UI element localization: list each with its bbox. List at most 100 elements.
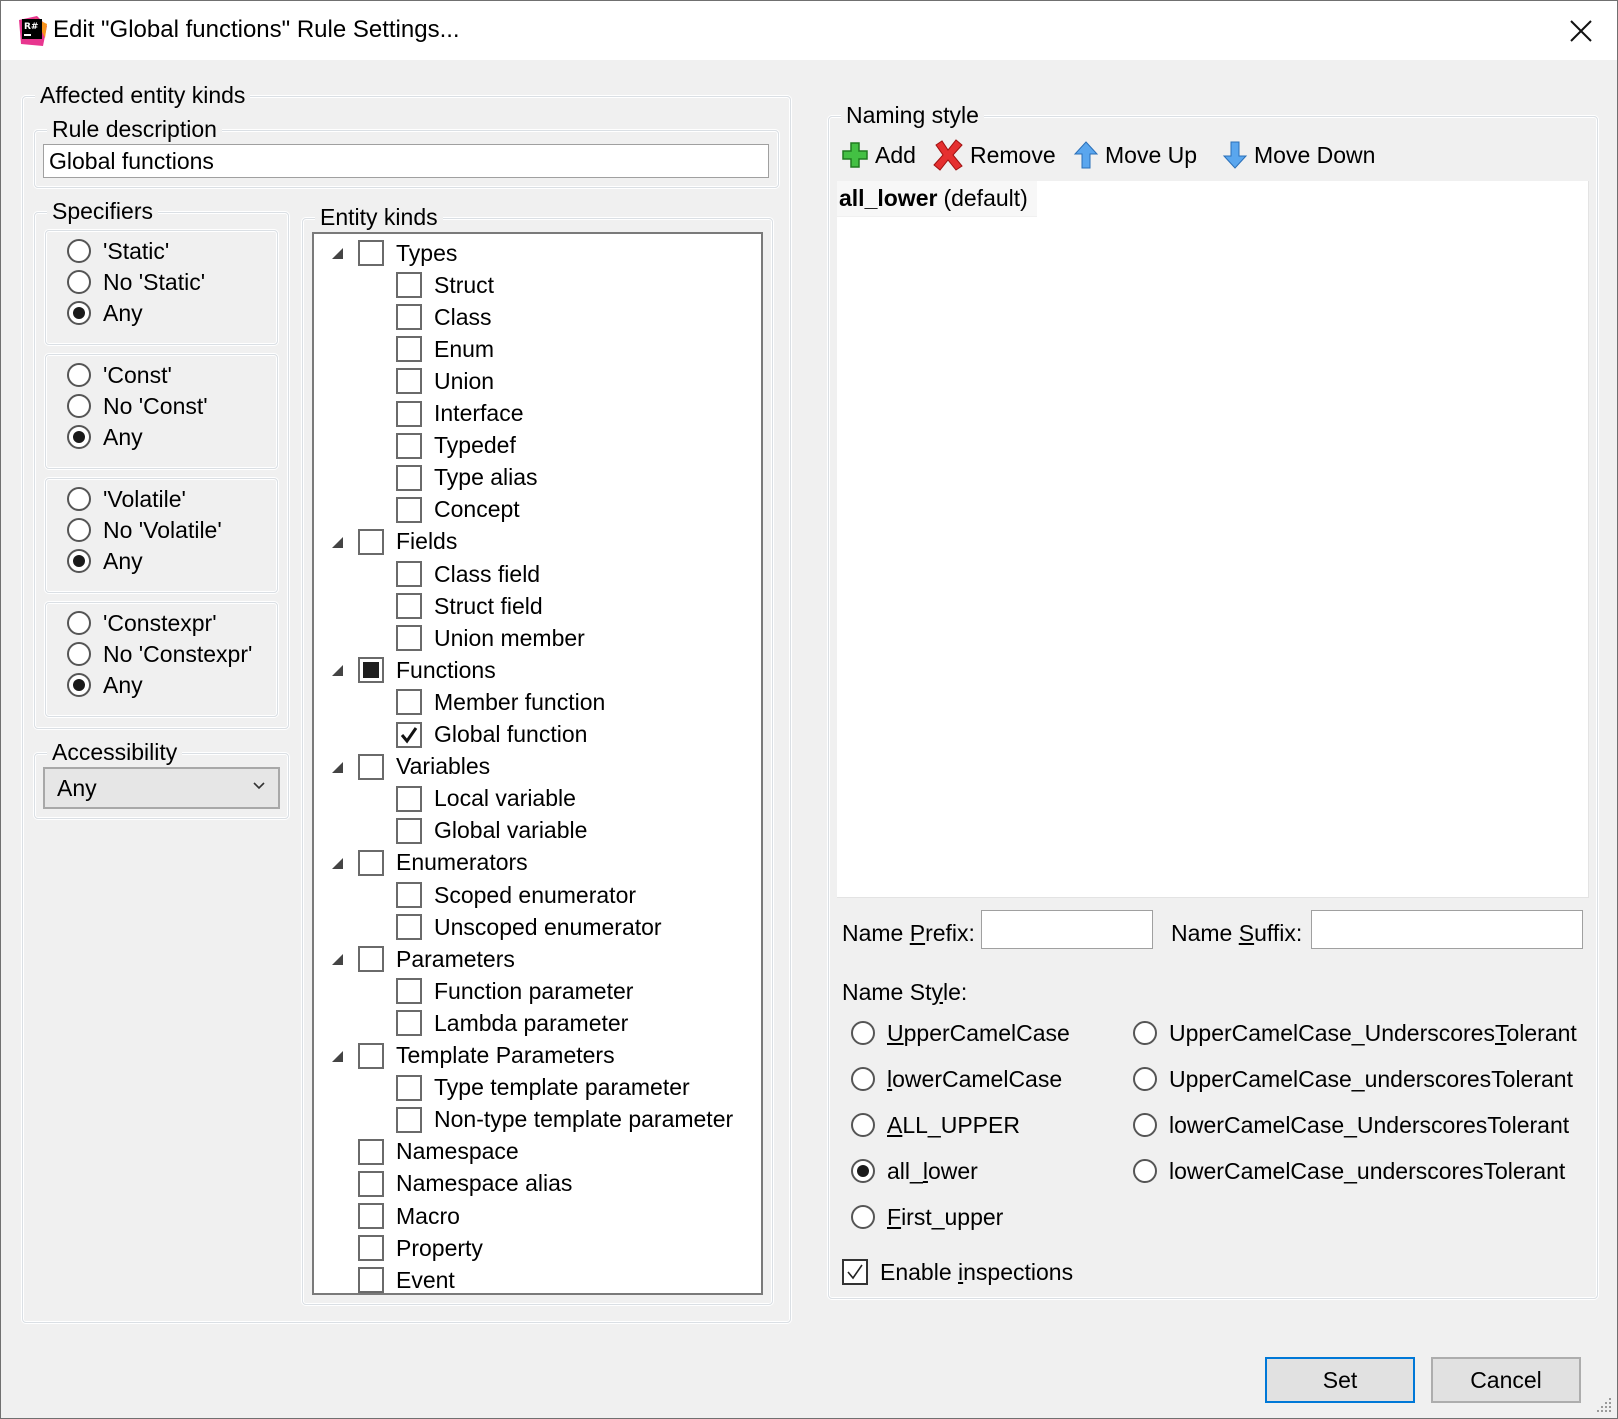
expand-triangle-icon[interactable] — [332, 536, 343, 548]
radio-button[interactable] — [851, 1067, 875, 1091]
close-button[interactable] — [1559, 9, 1603, 53]
expand-triangle-icon[interactable] — [332, 665, 343, 677]
tree-item-checkbox[interactable] — [358, 753, 384, 780]
accessibility-select[interactable]: Any — [43, 767, 280, 809]
radio-button[interactable] — [67, 518, 91, 542]
tree-item-checkbox[interactable] — [358, 657, 384, 684]
tree-item[interactable]: Variables — [358, 752, 490, 782]
tree-item-checkbox[interactable] — [396, 882, 422, 908]
tree-item[interactable]: Union member — [396, 623, 585, 653]
tree-item-checkbox[interactable] — [396, 1106, 422, 1133]
tree-item[interactable]: Concept — [396, 495, 520, 525]
radio-button[interactable] — [67, 642, 91, 666]
add-button[interactable]: Add — [841, 137, 916, 173]
name-style-radio[interactable]: lowerCamelCase — [851, 1064, 1062, 1094]
tree-item[interactable]: Function parameter — [396, 976, 633, 1006]
tree-item-checkbox[interactable] — [358, 528, 384, 555]
tree-item-checkbox[interactable] — [396, 400, 422, 427]
tree-item[interactable]: Struct — [396, 270, 494, 300]
tree-item-checkbox[interactable] — [396, 978, 422, 1005]
name-style-radio[interactable]: all_lower — [851, 1156, 978, 1186]
expand-triangle-icon[interactable] — [332, 1050, 343, 1062]
tree-item-checkbox[interactable] — [396, 689, 422, 716]
naming-style-list-item[interactable]: all_lower (default) — [837, 181, 1037, 217]
tree-item[interactable]: Unscoped enumerator — [396, 912, 662, 942]
radio-button[interactable] — [67, 549, 91, 573]
tree-item-checkbox[interactable] — [358, 849, 384, 876]
name-style-radio[interactable]: lowerCamelCase_UnderscoresTolerant — [1133, 1110, 1569, 1140]
expand-triangle-icon[interactable] — [332, 248, 343, 259]
tree-item-checkbox[interactable] — [396, 593, 422, 620]
name-style-radio[interactable]: UpperCamelCase_underscoresTolerant — [1133, 1064, 1573, 1094]
tree-item-checkbox[interactable] — [358, 240, 384, 266]
tree-item-checkbox[interactable] — [358, 1042, 384, 1069]
tree-item-checkbox[interactable] — [396, 817, 422, 844]
radio-button[interactable] — [67, 363, 91, 387]
cancel-button[interactable]: Cancel — [1431, 1357, 1581, 1403]
tree-item[interactable]: Struct field — [396, 591, 543, 621]
tree-item[interactable]: Local variable — [396, 784, 576, 814]
specifier-radio[interactable]: Any — [67, 298, 143, 328]
tree-item-checkbox[interactable] — [396, 785, 422, 812]
tree-item[interactable]: Types — [358, 238, 457, 268]
tree-item-checkbox[interactable] — [358, 1170, 384, 1197]
radio-button[interactable] — [1133, 1113, 1157, 1137]
radio-button[interactable] — [67, 270, 91, 294]
radio-button[interactable] — [67, 394, 91, 418]
tree-item-checkbox[interactable] — [396, 1010, 422, 1037]
tree-item-checkbox[interactable] — [396, 914, 422, 941]
radio-button[interactable] — [851, 1205, 875, 1229]
tree-item-checkbox[interactable] — [396, 721, 422, 748]
radio-button[interactable] — [67, 487, 91, 511]
resize-grip-icon[interactable] — [1595, 1396, 1613, 1414]
tree-item[interactable]: Scoped enumerator — [396, 880, 636, 910]
tree-item-checkbox[interactable] — [396, 272, 422, 299]
name-prefix-input[interactable] — [981, 910, 1153, 949]
tree-item-checkbox[interactable] — [396, 496, 422, 523]
tree-item-checkbox[interactable] — [396, 1074, 422, 1101]
specifier-radio[interactable]: Any — [67, 670, 143, 700]
tree-item-checkbox[interactable] — [358, 1235, 384, 1262]
move-down-button[interactable]: Move Down — [1222, 137, 1375, 173]
tree-item[interactable]: Namespace alias — [358, 1169, 572, 1199]
tree-item-checkbox[interactable] — [396, 464, 422, 491]
expand-triangle-icon[interactable] — [332, 857, 343, 869]
specifier-radio[interactable]: Any — [67, 546, 143, 576]
tree-item[interactable]: Property — [358, 1233, 483, 1263]
tree-item[interactable]: Union — [396, 366, 494, 396]
radio-button[interactable] — [67, 611, 91, 635]
radio-button[interactable] — [851, 1159, 875, 1183]
name-style-radio[interactable]: UpperCamelCase_UnderscoresTolerant — [1133, 1018, 1577, 1048]
expand-triangle-icon[interactable] — [332, 954, 343, 966]
tree-item-checkbox[interactable] — [396, 304, 422, 331]
radio-button[interactable] — [67, 301, 91, 325]
tree-item[interactable]: Enumerators — [358, 848, 528, 878]
enable-inspections-checkbox[interactable]: Enable inspections — [842, 1257, 1073, 1287]
tree-item[interactable]: Namespace — [358, 1137, 519, 1167]
tree-item-checkbox[interactable] — [396, 336, 422, 363]
radio-button[interactable] — [851, 1021, 875, 1045]
tree-item[interactable]: Non-type template parameter — [396, 1105, 733, 1135]
specifier-radio[interactable]: 'Volatile' — [67, 484, 186, 514]
specifier-radio[interactable]: 'Static' — [67, 236, 169, 266]
radio-button[interactable] — [67, 239, 91, 263]
specifier-radio[interactable]: No 'Static' — [67, 267, 205, 297]
tree-item[interactable]: Type alias — [396, 463, 538, 493]
radio-button[interactable] — [1133, 1021, 1157, 1045]
specifier-radio[interactable]: 'Constexpr' — [67, 608, 217, 638]
specifier-radio[interactable]: No 'Constexpr' — [67, 639, 252, 669]
specifier-radio[interactable]: No 'Const' — [67, 391, 208, 421]
tree-item[interactable]: Parameters — [358, 944, 515, 974]
tree-item[interactable]: Global function — [396, 720, 587, 750]
tree-item[interactable]: Lambda parameter — [396, 1008, 628, 1038]
tree-item[interactable]: Member function — [396, 687, 605, 717]
specifier-radio[interactable]: Any — [67, 422, 143, 452]
naming-style-list[interactable]: all_lower (default) — [837, 181, 1589, 898]
name-style-radio[interactable]: First_upper — [851, 1202, 1003, 1232]
name-style-radio[interactable]: UpperCamelCase — [851, 1018, 1070, 1048]
specifier-radio[interactable]: 'Const' — [67, 360, 172, 390]
tree-item[interactable]: Class field — [396, 559, 540, 589]
name-style-radio[interactable]: lowerCamelCase_underscoresTolerant — [1133, 1156, 1565, 1186]
tree-item-checkbox[interactable] — [358, 1138, 384, 1165]
rule-description-input[interactable] — [43, 144, 769, 178]
